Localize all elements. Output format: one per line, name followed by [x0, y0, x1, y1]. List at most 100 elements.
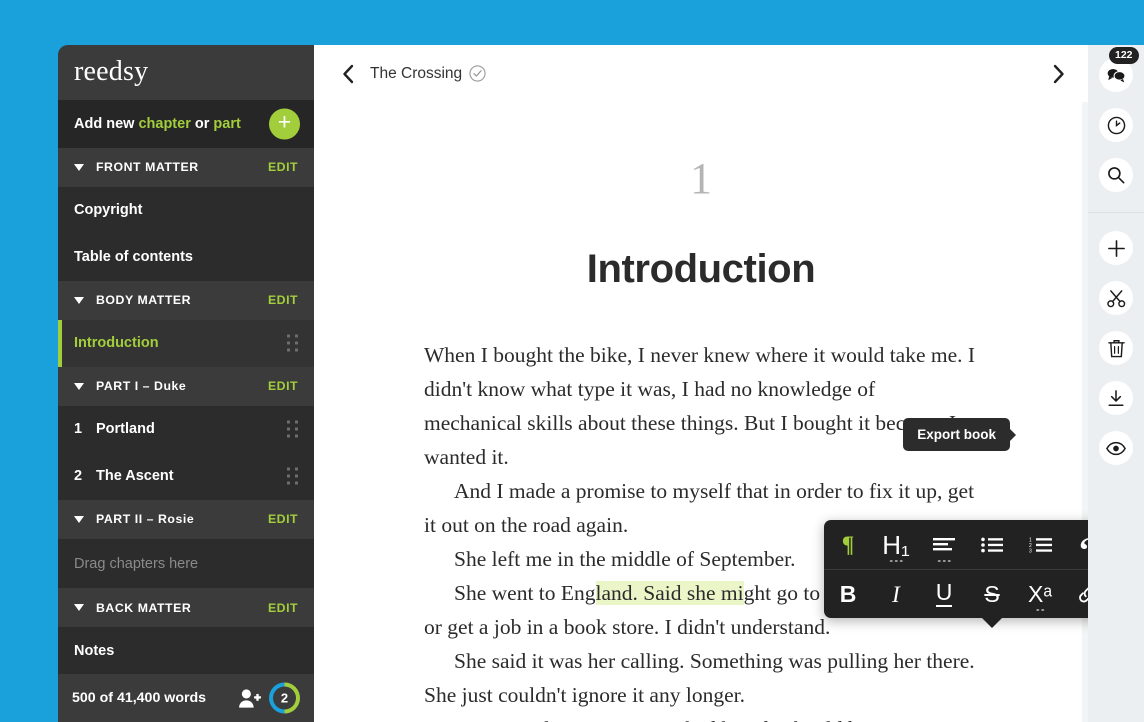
collaborators-count: 2: [280, 690, 289, 706]
trash-icon: [1107, 339, 1125, 357]
svg-text:3: 3: [1029, 548, 1032, 553]
section-edit-button[interactable]: EDIT: [268, 379, 298, 393]
quote-icon: “: [1079, 532, 1088, 567]
sidebar-item-notes[interactable]: Notes: [58, 627, 314, 675]
more-dots-icon: [1036, 608, 1044, 611]
highlighted-text[interactable]: land. Said she mi: [595, 581, 744, 605]
add-new-middle: or: [190, 115, 214, 132]
export-button[interactable]: [1099, 381, 1133, 415]
editor-scroll-area[interactable]: 1 Introduction When I bought the bike, I…: [314, 102, 1088, 722]
underline-button[interactable]: U: [920, 570, 968, 618]
plus-icon: +: [277, 108, 292, 135]
right-toolbar: 122: [1088, 45, 1144, 722]
add-new-chapter-link[interactable]: chapter: [138, 116, 190, 132]
blockquote-button[interactable]: “: [1064, 520, 1088, 569]
chevron-left-icon[interactable]: [336, 63, 358, 85]
search-button[interactable]: [1099, 158, 1133, 192]
sidebar-item-label: Notes: [74, 642, 115, 659]
underline-icon: U: [935, 579, 953, 607]
section-title: PART I – Duke: [96, 379, 187, 394]
formatting-toolbar: ¶ H₁ 1 2 3 B I U S Xᵃ: [824, 520, 1088, 628]
section-edit-button[interactable]: EDIT: [268, 601, 298, 615]
add-new-part-link[interactable]: part: [213, 116, 240, 132]
sidebar: reedsy Add new chapter or part + FRONT M…: [58, 45, 314, 722]
formatting-toolbar-row-inline: B I U S Xᵃ: [824, 569, 1088, 618]
link-icon: [1079, 587, 1088, 603]
pilcrow-icon: ¶: [841, 532, 855, 557]
sidebar-section-body-matter[interactable]: BODY MATTER EDIT: [58, 280, 314, 320]
sidebar-section-back-matter[interactable]: BACK MATTER EDIT: [58, 587, 314, 628]
paragraph[interactable]: We were always more. I asked her if I sh…: [424, 712, 978, 722]
reedsy-book-editor: reedsy Add new chapter or part + FRONT M…: [58, 45, 1144, 722]
align-button[interactable]: [920, 520, 968, 569]
add-collaborator-icon[interactable]: [239, 688, 261, 708]
chevron-down-icon: [74, 604, 84, 612]
history-button[interactable]: [1099, 108, 1133, 142]
chapter-title: Introduction: [586, 247, 816, 291]
superscript-button[interactable]: Xᵃ: [1016, 570, 1064, 618]
sidebar-section-front-matter[interactable]: FRONT MATTER EDIT: [58, 147, 314, 187]
section-title: BODY MATTER: [96, 293, 192, 308]
add-button[interactable]: [1099, 231, 1133, 265]
eye-icon: [1106, 441, 1126, 455]
sidebar-footer: 500 of 41,400 words 2: [58, 674, 314, 722]
section-edit-button[interactable]: EDIT: [268, 160, 298, 174]
bold-icon: B: [839, 580, 857, 607]
plus-icon: [1107, 239, 1125, 257]
brand-header: reedsy: [58, 45, 314, 100]
chevron-right-icon[interactable]: [1048, 63, 1070, 85]
paragraph[interactable]: She said it was her calling. Something w…: [424, 644, 978, 712]
more-dots-icon: [889, 559, 903, 562]
link-button[interactable]: [1064, 570, 1088, 618]
italic-button[interactable]: I: [872, 570, 920, 618]
drag-handle-icon[interactable]: [287, 334, 298, 352]
chevron-down-icon: [74, 296, 84, 304]
editor-header: The Crossing: [314, 45, 1088, 102]
sidebar-item-introduction[interactable]: Introduction: [58, 319, 314, 367]
toolbar-pointer: [981, 617, 1003, 628]
drag-handle-icon[interactable]: [287, 467, 298, 485]
numbered-list-icon: 1 2 3: [1029, 537, 1052, 553]
export-book-tooltip: Export book: [903, 418, 1010, 451]
scissors-icon: [1106, 289, 1125, 307]
sidebar-section-part-ii[interactable]: PART II – Rosie EDIT: [58, 499, 314, 540]
add-new-plus-button[interactable]: +: [269, 108, 300, 140]
chevron-down-icon: [74, 163, 84, 171]
sidebar-item-label: Table of contents: [74, 249, 193, 266]
sidebar-item-the-ascent[interactable]: 2 The Ascent: [58, 452, 314, 500]
editor-panel: The Crossing 1 Introduction When I bough…: [314, 45, 1088, 722]
cut-button[interactable]: [1099, 281, 1133, 315]
chapter-number: 1: [690, 154, 712, 203]
paragraph-pre: She went to Eng: [454, 581, 596, 605]
section-edit-button[interactable]: EDIT: [268, 512, 298, 526]
paragraph-style-button[interactable]: ¶: [824, 520, 872, 569]
add-new-label: Add new chapter or part: [74, 116, 241, 132]
collaborators-count-badge[interactable]: 2: [269, 682, 300, 714]
chevron-down-icon: [74, 382, 84, 390]
paragraph[interactable]: When I bought the bike, I never knew whe…: [424, 338, 978, 474]
sidebar-item-label: The Ascent: [96, 468, 174, 485]
bullet-list-button[interactable]: [968, 520, 1016, 569]
strikethrough-icon: S: [984, 580, 1000, 607]
add-new-row: Add new chapter or part +: [58, 99, 314, 148]
preview-button[interactable]: [1099, 431, 1133, 465]
numbered-list-button[interactable]: 1 2 3: [1016, 520, 1064, 569]
comments-button[interactable]: 122: [1099, 47, 1139, 92]
chapter-dropzone[interactable]: Drag chapters here: [58, 539, 314, 588]
search-icon: [1108, 167, 1125, 184]
sidebar-item-table-of-contents[interactable]: Table of contents: [58, 233, 314, 281]
delete-button[interactable]: [1099, 331, 1133, 365]
chapter-number-label: 2: [74, 468, 83, 485]
section-edit-button[interactable]: EDIT: [268, 293, 298, 307]
bold-button[interactable]: B: [824, 570, 872, 618]
brand-logo: reedsy: [74, 56, 149, 88]
heading-button[interactable]: H₁: [872, 520, 920, 569]
strikethrough-button[interactable]: S: [968, 570, 1016, 618]
drag-handle-icon[interactable]: [287, 420, 298, 438]
sidebar-section-part-i[interactable]: PART I – Duke EDIT: [58, 366, 314, 406]
chapter-number-label: 1: [74, 421, 83, 438]
sidebar-item-copyright[interactable]: Copyright: [58, 186, 314, 234]
sidebar-item-portland[interactable]: 1 Portland: [58, 406, 314, 453]
section-title: PART II – Rosie: [96, 512, 195, 527]
sidebar-item-label: Portland: [96, 421, 155, 438]
